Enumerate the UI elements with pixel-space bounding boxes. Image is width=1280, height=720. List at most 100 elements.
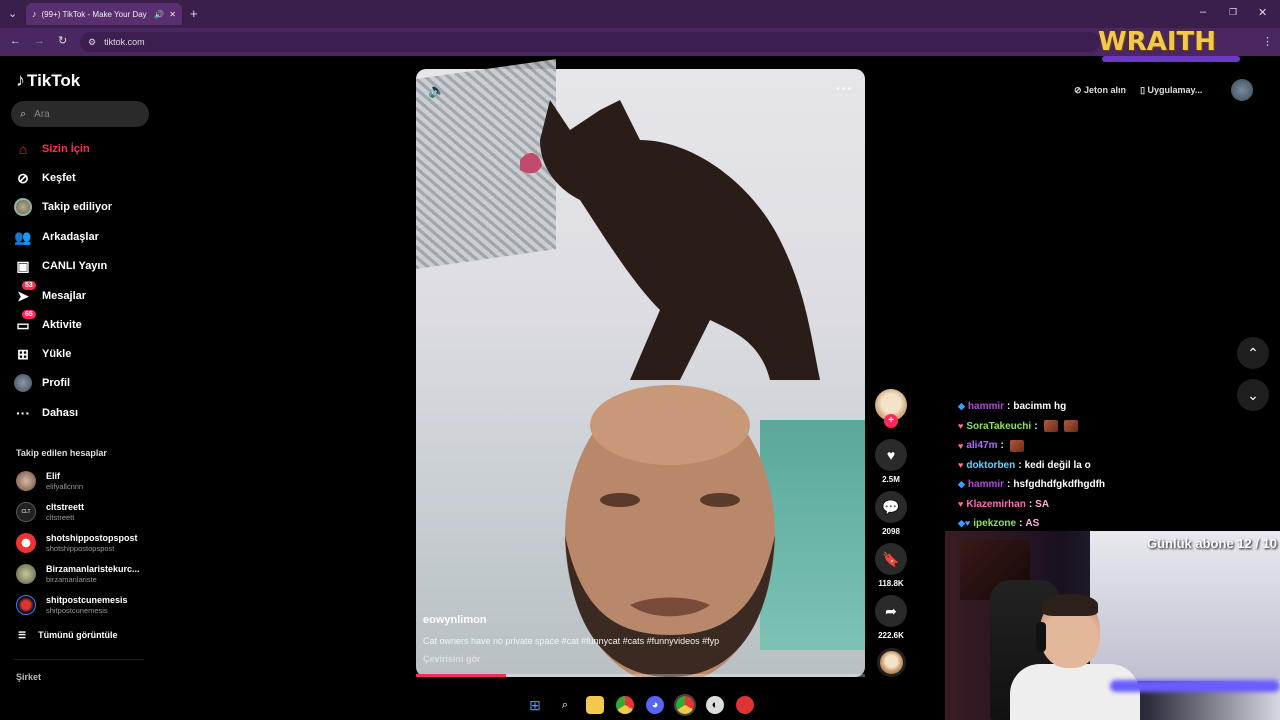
red-app-icon[interactable] [736,696,754,714]
search-taskbar-icon[interactable]: ⌕ [556,696,574,714]
windows-start-icon[interactable]: ⊞ [526,696,544,714]
back-icon[interactable]: ← [10,35,21,47]
chrome-icon[interactable] [616,696,634,714]
messages-icon: ➤ 53 [14,281,36,305]
app-icon[interactable]: ◐ [706,696,724,714]
sidebar-divider [14,659,144,660]
url-field[interactable]: ⚙ tiktok.com [80,32,1100,52]
save-action[interactable]: 🔖 118.8K [875,543,907,588]
maximize-icon[interactable]: ❐ [1229,7,1237,18]
get-app-button[interactable]: ▯ Uygulamay... [1140,85,1202,96]
heart-icon[interactable]: ♥ [875,439,907,471]
nav-label: Arkadaşlar [42,231,99,243]
chat-badge-icon: ♥ [958,421,964,432]
see-translation-link[interactable]: Çevirisini gör [423,654,481,664]
chat-badge-icon: ♥ [958,499,964,510]
webcam-led-light [1110,680,1280,692]
nav-label: Profil [42,377,71,389]
chat-colon: : [1018,459,1022,471]
company-link[interactable]: Şirket [16,672,41,682]
following-account[interactable]: Elif elifyallcnnn [16,471,83,491]
chat-user: Klazemirhan [966,498,1026,510]
nav-item-more[interactable]: ··· Dahası [14,404,78,422]
previous-video-button[interactable]: ⌃ [1237,337,1269,369]
activity-badge: 65 [22,310,36,319]
chat-badge-icon: ◆♥ [958,518,971,529]
profile-avatar-button[interactable] [1231,79,1253,101]
chat-message: hsfgdhdfgkdfhgdfh [1013,479,1106,491]
following-accounts-heading: Takip edilen hesaplar [16,448,107,458]
new-tab-icon[interactable]: + [190,6,198,21]
follow-plus-icon[interactable]: + [884,414,898,428]
chat-colon: : [1007,401,1011,413]
chat-line: ♥ doktorben: kedi değil la o [958,456,1158,476]
nav-label: Mesajlar [42,290,87,302]
share-action[interactable]: ➦ 222.6K [875,595,907,640]
search-input[interactable]: ⌕ Ara [11,101,149,127]
nav-item-explore[interactable]: ⊘ Keşfet [14,169,76,187]
browser-tab[interactable]: ♪ (99+) TikTok - Make Your Day 🔊 ✕ [26,3,182,25]
webcam-streamer-body [1010,664,1140,720]
account-avatar [16,533,36,553]
nav-item-activity[interactable]: ▭ 65 Aktivite [14,310,82,334]
tab-close-icon[interactable]: ✕ [169,10,176,19]
bookmark-icon[interactable]: 🔖 [875,543,907,575]
chat-user: doktorben [966,459,1016,471]
minimize-icon[interactable]: – [1200,6,1206,18]
next-video-button[interactable]: ⌄ [1237,379,1269,411]
account-handle: shitpostcunemesis [46,606,108,615]
like-count: 2.5M [882,475,900,484]
messages-badge: 53 [22,281,36,290]
url-text: tiktok.com [104,37,145,47]
streamer-logo: WRAITH [1098,27,1216,57]
nav-item-upload[interactable]: ⊞ Yükle [14,345,71,363]
chat-line: ◆ hammir: hsfgdhdfgkdfhgdfh [958,475,1158,495]
account-avatar [16,471,36,491]
live-icon: ▣ [16,257,30,274]
audio-playing-icon[interactable]: 🔊 [154,10,164,19]
video-caption: Cat owners have no private space #cat #f… [423,636,720,646]
following-account[interactable]: Birzamanlaristekurc... birzamanlariste [16,564,140,584]
discord-icon[interactable]: ◕ [646,696,664,714]
account-avatar: CLT [16,502,36,522]
tab-list-icon[interactable]: ⌄ [8,7,17,20]
site-info-icon[interactable]: ⚙ [88,37,96,48]
chat-line: ♥ Klazemirhan: SA [958,495,1158,515]
like-action[interactable]: ♥ 2.5M [875,439,907,484]
nav-item-following[interactable]: Takip ediliyor [14,198,112,216]
chat-user: hammir [967,401,1005,413]
nav-item-profile[interactable]: Profil [14,374,70,392]
music-disc-icon[interactable] [877,648,906,677]
see-all-following-link[interactable]: ☰ Tümünü görüntüle [18,630,118,641]
nav-item-for-you[interactable]: ⌂ Sizin İçin [14,140,90,158]
address-bar-row: ← → ↻ ⚙ tiktok.com ⋮ [0,28,1280,56]
comment-icon[interactable]: 💬 [875,491,907,523]
file-explorer-icon[interactable] [586,696,604,714]
nav-item-live[interactable]: ▣ CANLI Yayın [14,257,107,275]
chat-user: ali47m [966,440,998,452]
get-app-label: Uygulamay... [1147,84,1203,95]
account-name: Birzamanlaristekurc... [46,564,140,574]
webcam-wall [1090,531,1280,681]
account-handle: cltstreett [46,513,75,522]
forward-icon[interactable]: → [34,35,45,47]
following-account[interactable]: CLT cltstreett cltstreett [16,502,84,522]
tiktok-logo[interactable]: ♪ TikTok [16,70,80,91]
comment-action[interactable]: 💬 2098 [875,491,907,536]
chat-badge-icon: ♥ [958,440,964,451]
chat-colon: : [1019,518,1023,530]
following-account[interactable]: shitpostcunemesis shitpostcunemesis [16,595,128,615]
following-account[interactable]: shotshippostopspost shotshippostopspost [16,533,138,553]
share-icon[interactable]: ➦ [875,595,907,627]
nav-item-messages[interactable]: ➤ 53 Mesajlar [14,281,87,305]
reload-icon[interactable]: ↻ [58,34,67,47]
menu-kebab-icon[interactable]: ⋮ [1262,35,1273,48]
chrome-alt-icon[interactable] [674,694,696,716]
video-author[interactable]: eowynlimon [423,614,487,626]
close-window-icon[interactable]: ✕ [1258,6,1267,19]
get-coins-button[interactable]: ⊘ Jeton alın [1074,85,1126,96]
nav-item-friends[interactable]: 👥 Arkadaşlar [14,228,99,246]
volume-icon[interactable]: 🔈 [428,82,445,99]
chevron-down-icon: ⌄ [1247,386,1259,403]
video-more-icon[interactable]: ··· [836,80,853,96]
